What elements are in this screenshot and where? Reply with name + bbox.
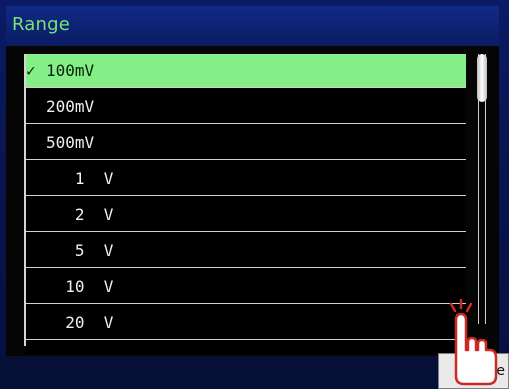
scrollbar-thumb[interactable] <box>477 54 487 102</box>
range-item-label: 2 V <box>46 205 114 224</box>
range-item-label: 10 V <box>46 277 114 296</box>
range-item-label: 20 V <box>46 313 114 332</box>
dialog-title: Range <box>12 14 71 35</box>
range-item-20v[interactable]: 20 V <box>24 306 466 340</box>
range-item-1v[interactable]: 1 V <box>24 162 466 196</box>
hand-touch-icon <box>449 298 498 386</box>
range-item-label: 5 V <box>46 241 114 260</box>
check-icon: ✓ <box>26 61 36 80</box>
range-item-10v[interactable]: 10 V <box>24 270 466 304</box>
range-item-2v[interactable]: 2 V <box>24 198 466 232</box>
range-item-label: 200mV <box>46 97 95 116</box>
dialog-title-bar: Range <box>6 6 499 46</box>
range-item-label: 500mV <box>46 133 95 152</box>
range-item-label: 100mV <box>46 61 95 80</box>
bottom-bar <box>0 356 509 389</box>
range-item-5v[interactable]: 5 V <box>24 234 466 268</box>
range-screen: Range ✓ 100mV 200mV 500mV 1 V 2 V 5 V 10… <box>0 0 509 389</box>
range-item-500mv[interactable]: 500mV <box>24 126 466 160</box>
range-item-200mv[interactable]: 200mV <box>24 90 466 124</box>
range-list[interactable]: ✓ 100mV 200mV 500mV 1 V 2 V 5 V 10 V 20 … <box>24 54 466 354</box>
range-dialog: Range ✓ 100mV 200mV 500mV 1 V 2 V 5 V 10… <box>6 6 499 356</box>
range-item-100mv[interactable]: ✓ 100mV <box>24 54 466 88</box>
range-item-label: 1 V <box>46 169 114 188</box>
list-left-border <box>24 54 26 346</box>
